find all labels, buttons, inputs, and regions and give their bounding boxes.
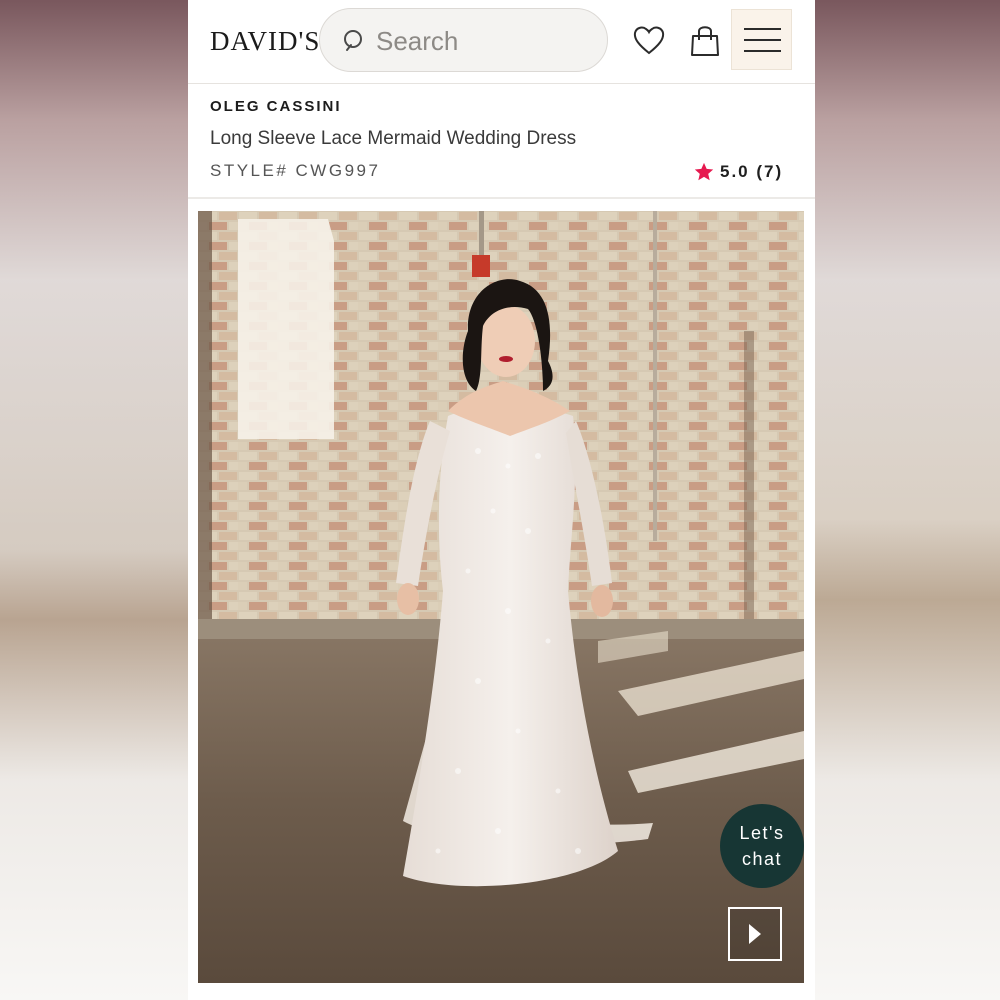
product-image[interactable]: Let's chat [198,211,804,983]
product-rating[interactable]: 5.0 (7) [693,160,793,184]
chat-label-line1: Let's [739,823,785,843]
site-header: DAVID'S Search [188,0,815,84]
menu-line [744,39,781,41]
divider [188,197,815,199]
search-bar[interactable]: Search [319,8,608,72]
video-play-button[interactable] [728,907,782,961]
shopping-bag-icon [691,26,719,56]
chat-button[interactable]: Let's chat [720,804,804,888]
wishlist-button[interactable] [629,20,669,60]
mobile-page: DAVID'S Search OLEG CASSINI Long Sleeve … [188,0,815,1000]
background-blur-left [0,0,188,1000]
hamburger-menu-button[interactable] [731,9,792,70]
brand-logo[interactable]: DAVID'S [210,26,320,57]
rating-text: 5.0 (7) [720,162,784,181]
product-brand[interactable]: OLEG CASSINI [210,98,342,115]
dress-photo-illustration [198,211,804,983]
menu-line [744,50,781,52]
hamburger-menu-icon [744,28,781,30]
shopping-bag-button[interactable] [685,20,725,60]
background-blur-right [815,0,1000,1000]
search-placeholder: Search [376,26,459,56]
chat-label-line2: chat [741,849,783,869]
star-icon [694,162,714,181]
product-title: Long Sleeve Lace Mermaid Wedding Dress [210,128,577,149]
product-style-number: STYLE# CWG997 [210,161,381,180]
play-icon [749,924,761,944]
heart-icon [633,26,665,55]
search-icon [344,30,362,51]
